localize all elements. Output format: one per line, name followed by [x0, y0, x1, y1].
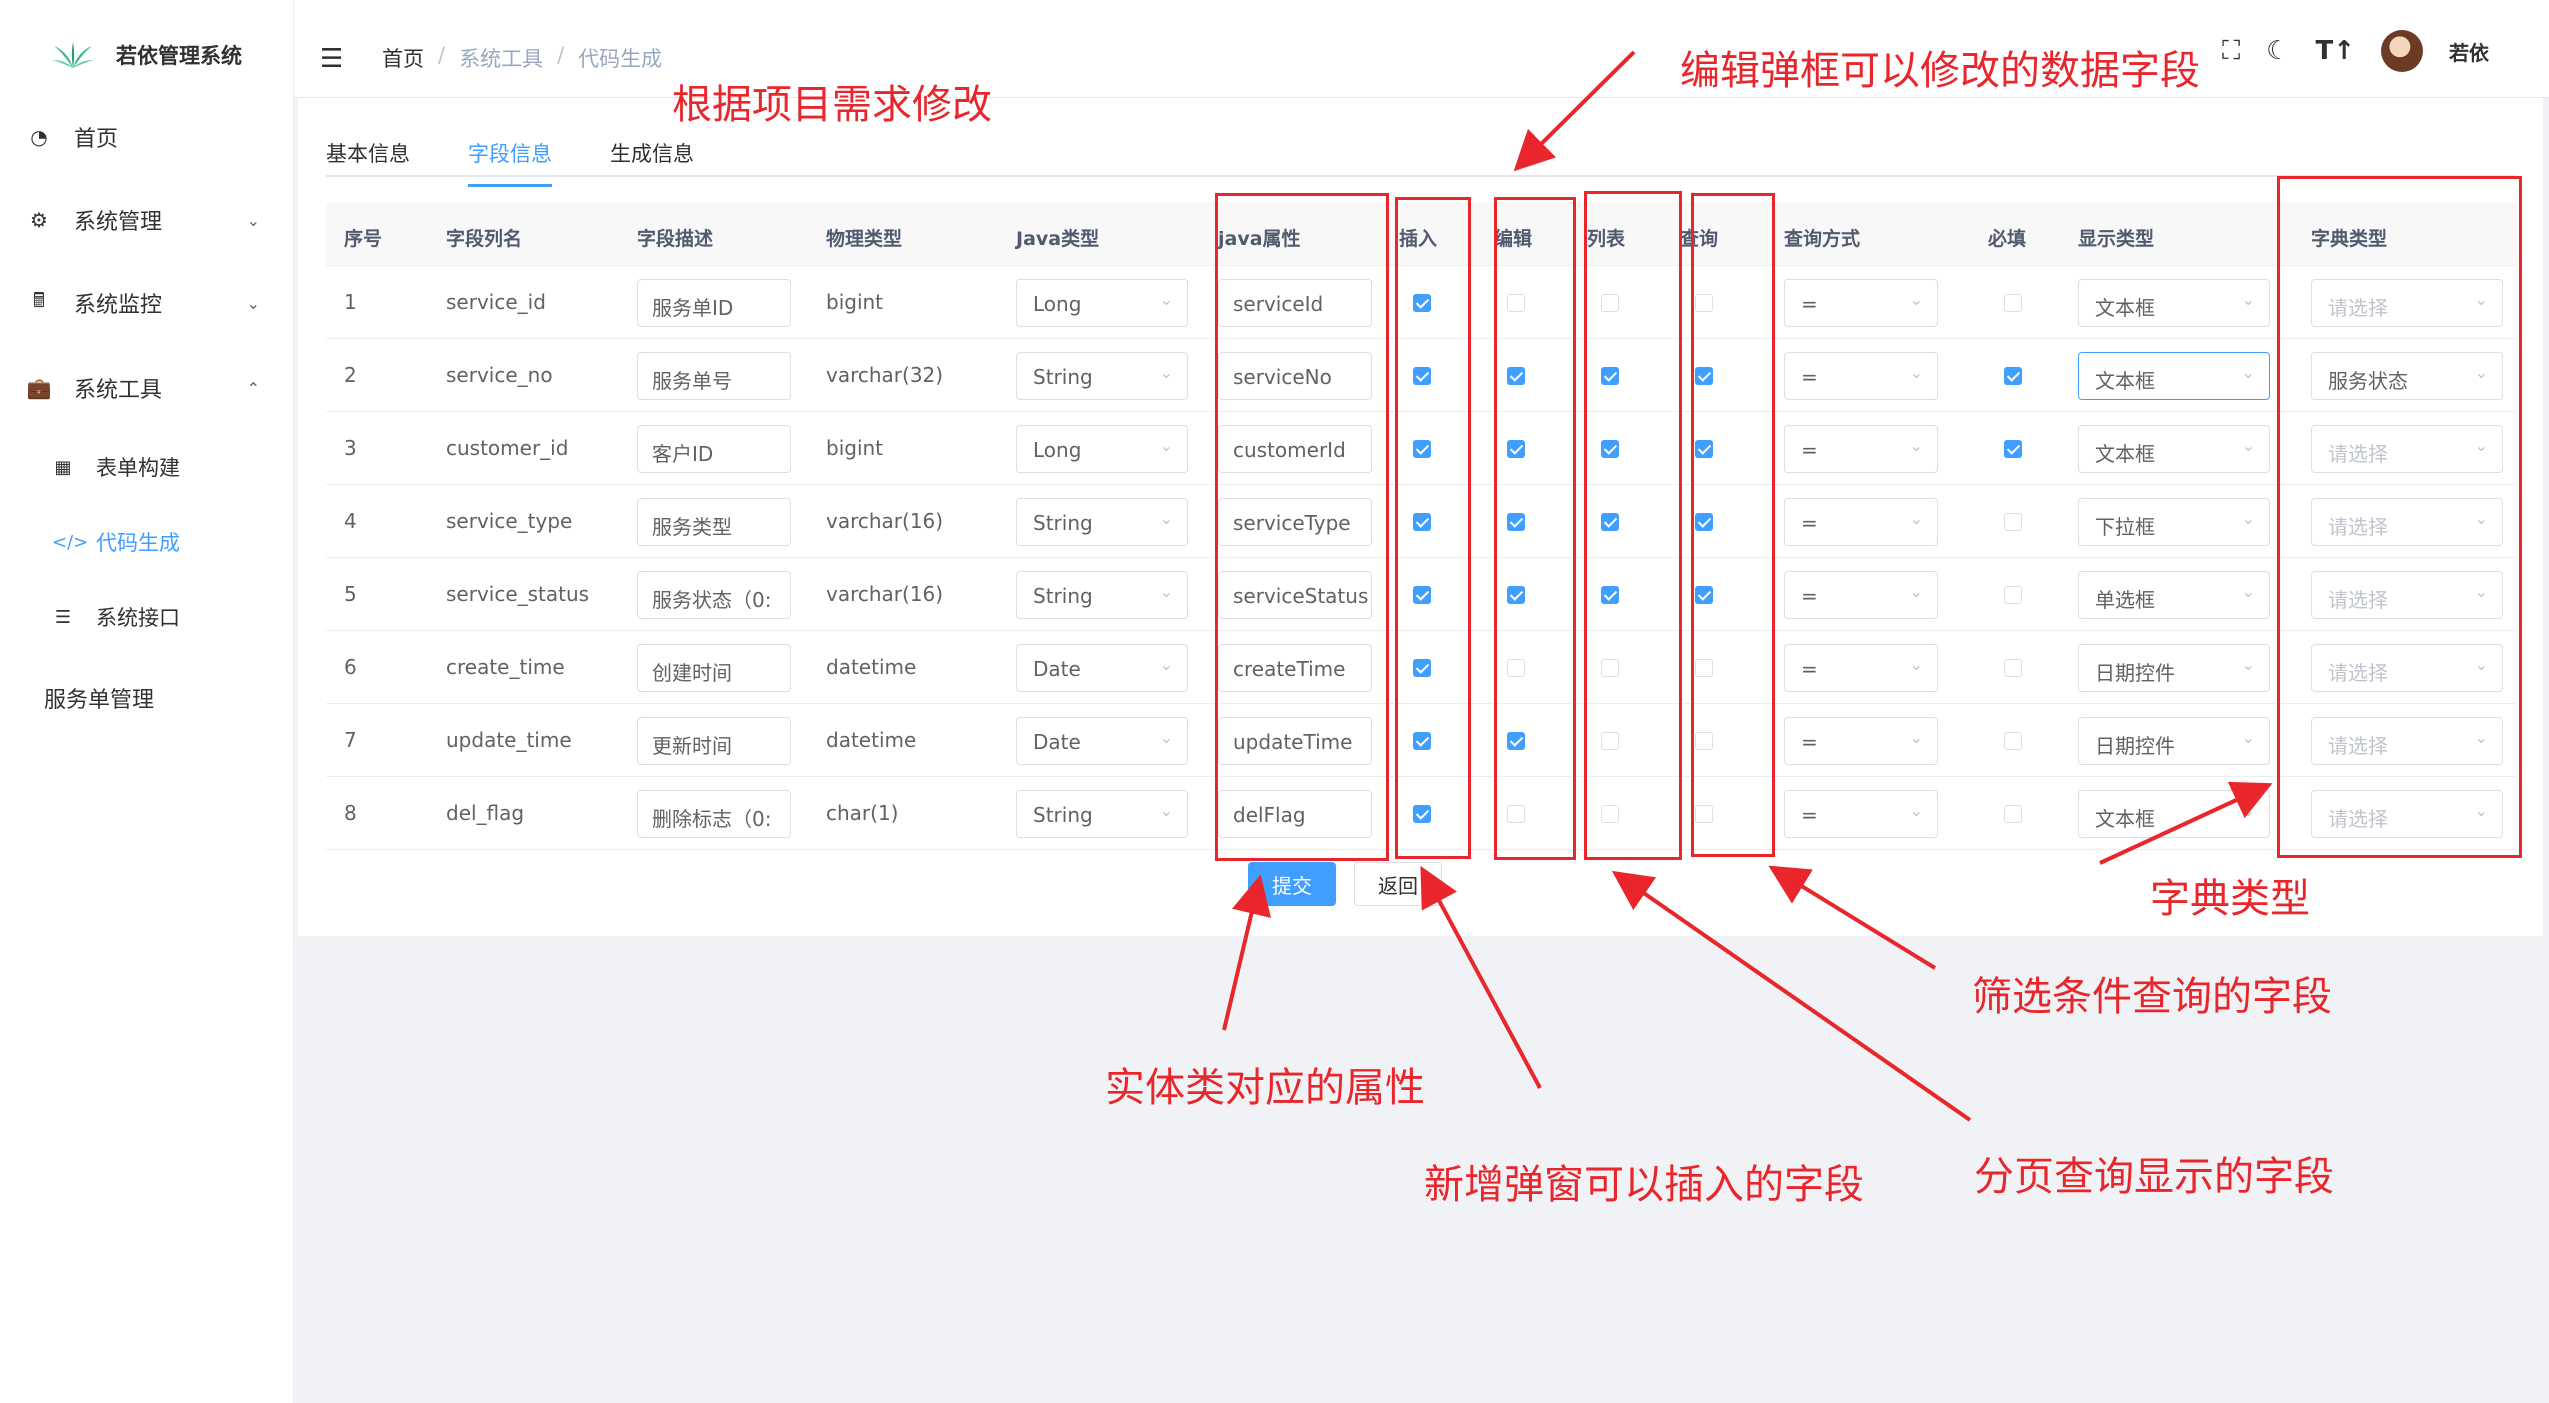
annotation-dict-type: 字典类型 [2150, 876, 2310, 922]
annotation-entity-attr: 实体类对应的属性 [1105, 1065, 1425, 1111]
annotation-filter-fields: 筛选条件查询的字段 [1972, 974, 2332, 1020]
annotation-edit-fields: 编辑弹框可以修改的数据字段 [1680, 48, 2200, 94]
annotation-modify: 根据项目需求修改 [672, 82, 992, 128]
annotation-insert-fields: 新增弹窗可以插入的字段 [1424, 1162, 1864, 1208]
annotation-page-fields: 分页查询显示的字段 [1974, 1154, 2334, 1200]
